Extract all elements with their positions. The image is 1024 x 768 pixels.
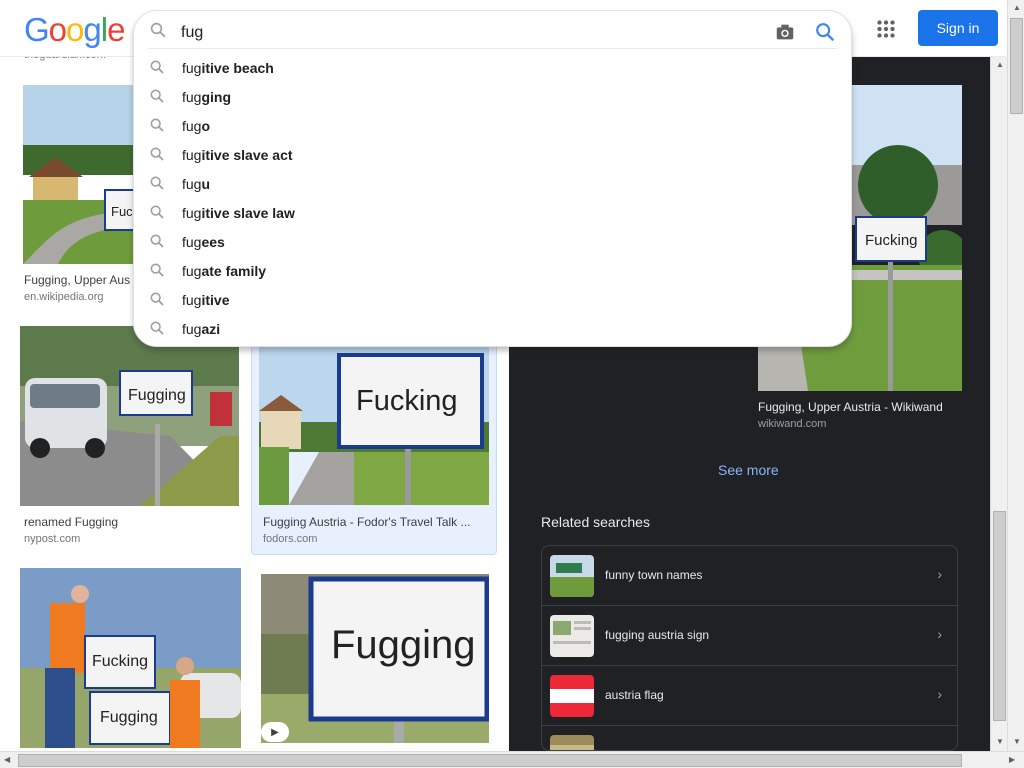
preview-scrollbar[interactable]: ▲ ▼ xyxy=(990,57,1007,751)
search-icon xyxy=(149,291,165,312)
search-icon xyxy=(149,88,165,109)
related-thumbnail xyxy=(550,735,594,750)
suggestion-item[interactable]: fugo xyxy=(134,111,851,140)
suggestion-text: fugitive beach xyxy=(182,60,274,76)
logo-letter: e xyxy=(107,11,125,48)
result-image-3[interactable]: Fucking xyxy=(259,347,489,505)
sign-in-button[interactable]: Sign in xyxy=(918,10,998,46)
search-icon xyxy=(149,59,165,80)
suggestion-item[interactable]: fugitive beach xyxy=(134,53,851,82)
scroll-down-arrow-icon[interactable]: ▼ xyxy=(1013,737,1021,746)
scroll-up-arrow-icon[interactable]: ▲ xyxy=(996,60,1004,69)
search-submit-icon[interactable] xyxy=(814,21,836,48)
scroll-left-arrow-icon[interactable]: ◀ xyxy=(4,755,10,764)
sign-text: Fucking xyxy=(356,385,458,417)
scroll-right-arrow-icon[interactable]: ▶ xyxy=(1009,755,1015,764)
suggestion-text: fugate family xyxy=(182,263,267,279)
chevron-right-icon: › xyxy=(937,626,942,642)
sign-text: Fucking xyxy=(865,232,918,249)
result-caption-1[interactable]: Fugging, Upper Aus xyxy=(24,273,134,287)
scrollbar-thumb[interactable] xyxy=(1010,18,1023,114)
flag-thumbnail xyxy=(550,675,594,717)
apps-grid-icon[interactable] xyxy=(873,16,899,42)
search-icon xyxy=(149,175,165,196)
search-icon xyxy=(149,262,165,283)
divider xyxy=(148,48,837,49)
related-item[interactable]: funny town names › xyxy=(542,546,957,606)
search-icon xyxy=(149,204,165,225)
window-horizontal-scrollbar[interactable]: ◀ ▶ xyxy=(0,751,1024,768)
camera-icon[interactable] xyxy=(774,21,796,48)
result-source-1: en.wikipedia.org xyxy=(24,291,104,303)
result-source-3: fodors.com xyxy=(263,533,318,545)
result-image-4[interactable]: Fucking Fugging xyxy=(20,568,241,748)
related-item[interactable]: fugging austria sign › xyxy=(542,606,957,666)
suggestion-item[interactable]: fugees xyxy=(134,227,851,256)
chevron-right-icon: › xyxy=(937,686,942,702)
sign-text: Fuck xyxy=(111,204,135,219)
suggestion-text: fugazi xyxy=(182,321,221,337)
related-item[interactable]: austria flag › xyxy=(542,666,957,726)
search-icon xyxy=(149,146,165,167)
search-icon xyxy=(149,320,165,341)
suggestion-item[interactable]: fugazi xyxy=(134,314,851,343)
search-icon xyxy=(149,233,165,254)
related-searches-heading: Related searches xyxy=(541,514,650,530)
scrollbar-thumb[interactable] xyxy=(993,511,1006,721)
suggestion-text: fugees xyxy=(182,234,225,250)
search-icon xyxy=(149,117,165,138)
search-bar: fug xyxy=(134,11,851,55)
suggestion-text: fugging xyxy=(182,89,232,105)
related-thumbnail xyxy=(550,615,594,657)
scroll-up-arrow-icon[interactable]: ▲ xyxy=(1013,3,1021,12)
search-icon xyxy=(149,21,167,44)
suggestion-item[interactable]: fugu xyxy=(134,169,851,198)
related-thumbnail xyxy=(550,555,594,597)
related-label: fugging austria sign xyxy=(605,628,710,642)
logo-letter: g xyxy=(83,11,101,48)
related-item[interactable] xyxy=(542,726,957,750)
chevron-right-icon: › xyxy=(937,566,942,582)
window-vertical-scrollbar[interactable]: ▲ ▼ xyxy=(1007,0,1024,751)
scrollbar-thumb[interactable] xyxy=(18,754,962,767)
preview-title[interactable]: Fugging, Upper Austria - Wikiwand xyxy=(758,400,943,414)
logo-letter: G xyxy=(24,11,50,48)
see-more-link[interactable]: See more xyxy=(718,462,779,478)
suggestion-item[interactable]: fugging xyxy=(134,82,851,111)
related-label: austria flag xyxy=(605,688,664,702)
logo-letter: o xyxy=(48,11,67,48)
suggestion-text: fugitive slave act xyxy=(182,147,293,163)
suggestion-text: fugu xyxy=(182,176,211,192)
sign-text: Fucking xyxy=(92,653,148,670)
preview-source[interactable]: wikiwand.com xyxy=(758,418,826,430)
sign-text: Fugging xyxy=(331,623,476,667)
result-image-2[interactable]: Fugging xyxy=(20,326,239,506)
suggestion-text: fugo xyxy=(182,118,211,134)
suggestion-item[interactable]: fugitive xyxy=(134,285,851,314)
result-source-2: nypost.com xyxy=(24,533,81,545)
search-suggestions-dropdown: fug fugitive beach fugging fugo fugitive… xyxy=(133,10,852,347)
related-searches-list: funny town names › fugging austria sign … xyxy=(541,545,958,751)
sign-text: Fugging xyxy=(128,387,186,404)
result-image-1[interactable]: Fuck xyxy=(23,85,135,264)
suggestion-text: fugitive slave law xyxy=(182,205,295,221)
play-icon[interactable]: ▶ xyxy=(261,722,289,742)
related-label: funny town names xyxy=(605,568,703,582)
suggestion-item[interactable]: fugate family xyxy=(134,256,851,285)
search-input[interactable]: fug xyxy=(181,24,203,42)
suggestion-item[interactable]: fugitive slave act xyxy=(134,140,851,169)
result-image-5[interactable]: Fugging xyxy=(261,574,489,743)
result-caption-3[interactable]: Fugging Austria - Fodor's Travel Talk ..… xyxy=(263,515,485,529)
google-logo[interactable]: Google xyxy=(24,11,125,49)
result-caption-2[interactable]: renamed Fugging xyxy=(24,515,234,529)
sign-text: Fugging xyxy=(100,709,158,726)
suggestion-text: fugitive xyxy=(182,292,230,308)
scroll-down-arrow-icon[interactable]: ▼ xyxy=(996,737,1004,746)
suggestion-item[interactable]: fugitive slave law xyxy=(134,198,851,227)
logo-letter: o xyxy=(66,11,84,48)
